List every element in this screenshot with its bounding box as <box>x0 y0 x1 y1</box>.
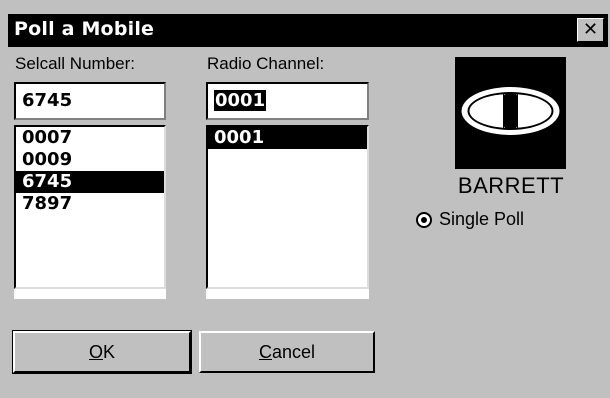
selcall-list-item[interactable]: 0007 <box>16 127 164 149</box>
ok-label-rest: K <box>103 342 116 362</box>
close-button[interactable]: ✕ <box>577 18 604 42</box>
selcall-input[interactable]: 6745 <box>14 82 166 120</box>
close-icon: ✕ <box>582 19 599 40</box>
single-poll-radio[interactable] <box>416 212 432 228</box>
ok-accelerator: O <box>88 342 103 362</box>
brand-name: BARRETT <box>457 173 565 198</box>
title-bar[interactable]: Poll a Mobile ✕ <box>8 14 608 47</box>
channel-listbox[interactable]: 0001 <box>206 125 369 289</box>
cancel-accelerator: C <box>258 342 272 362</box>
poll-dialog: Poll a Mobile ✕ Selcall Number: 6745 000… <box>0 0 610 398</box>
selcall-label: Selcall Number: <box>15 54 135 73</box>
channel-input-selected-text: 0001 <box>214 90 267 111</box>
radio-checked-dot <box>421 217 427 223</box>
single-poll-label: Single Poll <box>439 209 525 229</box>
ok-button[interactable]: OK <box>12 330 192 374</box>
selcall-list-item[interactable]: 0009 <box>16 149 164 171</box>
channel-label: Radio Channel: <box>207 54 325 73</box>
cancel-button[interactable]: Cancel <box>199 331 375 373</box>
selcall-listbox[interactable]: 0007 0009 6745 7897 <box>14 125 166 289</box>
window-title: Poll a Mobile <box>14 18 155 40</box>
channel-listbox-footer <box>206 289 369 299</box>
barrett-logo-icon <box>455 57 566 169</box>
selcall-listbox-footer <box>14 289 166 299</box>
channel-list-item[interactable]: 0001 <box>208 127 367 149</box>
cancel-label-rest: ancel <box>271 342 316 362</box>
channel-input[interactable]: 0001 <box>206 82 369 120</box>
selcall-list-item[interactable]: 6745 <box>16 171 164 193</box>
selcall-list-item[interactable]: 7897 <box>16 193 164 215</box>
